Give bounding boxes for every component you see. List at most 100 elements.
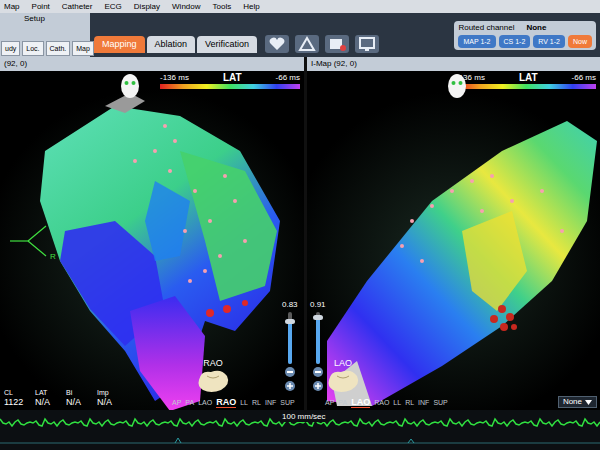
menu-item[interactable]: Help (243, 3, 259, 11)
map-panel: (92, 0)-136 msLAT-66 msRRAO0.83APPALAORA… (0, 57, 304, 410)
map-header: (92, 0) (0, 57, 304, 71)
view-button[interactable]: RAO (374, 398, 389, 408)
menu-item[interactable]: Tools (213, 3, 232, 11)
orientation-indicator: RAO (195, 358, 231, 394)
map-title: I-Map (92, 0) (311, 60, 357, 68)
view-buttons: AP PA LAO RAO LL RL INF SUP (172, 398, 295, 408)
slider-fill (288, 321, 292, 364)
toolbar: SetupudyLoc.Cath.MapMappingAblationVerif… (0, 13, 600, 57)
sub-tab[interactable]: Cath. (46, 41, 71, 56)
view-button[interactable]: RL (405, 398, 414, 408)
status-value: 1122 (4, 397, 32, 408)
view-button[interactable]: INF (265, 398, 276, 408)
view-button[interactable]: SUP (433, 398, 447, 408)
rotate-icon[interactable] (284, 380, 296, 392)
channel-button[interactable]: CS 1-2 (499, 35, 531, 48)
view-button[interactable]: AP (325, 398, 334, 408)
triangle-icon[interactable] (295, 35, 319, 53)
sub-tab[interactable]: Loc. (22, 41, 43, 56)
mode-tab[interactable]: Verification (197, 36, 257, 53)
view-button[interactable]: LL (393, 398, 401, 408)
tool-icons (261, 13, 379, 57)
view-button[interactable]: AP (172, 398, 181, 408)
slider-knob[interactable] (313, 315, 323, 320)
lat-map-3d[interactable] (5, 81, 304, 410)
view-dropdown[interactable]: None (558, 396, 597, 408)
menu-item[interactable]: Catheter (62, 3, 93, 11)
heart-orientation-icon (195, 368, 231, 394)
sub-tabs: udyLoc.Cath.Map (0, 41, 90, 56)
view-button[interactable]: PA (338, 398, 347, 408)
status-label: CL (4, 388, 32, 397)
orientation-face-icon (120, 73, 140, 99)
axis-label: R (50, 253, 56, 261)
zoom-out-icon[interactable] (312, 366, 324, 378)
menu-item[interactable]: Display (134, 3, 160, 11)
scale-label: LAT (223, 73, 242, 83)
map-view[interactable]: -136 msLAT-66 msRRAO0.83APPALAORAOLLRLIN… (0, 71, 304, 410)
view-button[interactable]: PA (185, 398, 194, 408)
menu-item[interactable]: Window (172, 3, 200, 11)
zoom-out-icon[interactable] (284, 366, 296, 378)
lat-scale: -136 msLAT-66 ms (160, 73, 300, 89)
channel-button[interactable]: RV 1-2 (533, 35, 565, 48)
axis-indicator: R (8, 221, 56, 261)
status-readout: CLLATBiImp1122N/AN/AN/A (4, 388, 125, 408)
monitor-icon[interactable] (355, 35, 379, 53)
mode-tab[interactable]: Mapping (94, 36, 145, 53)
record-icon[interactable] (325, 35, 349, 53)
orientation-indicator: LAO (325, 358, 361, 394)
scale-min: -136 ms (160, 73, 189, 83)
sub-tab[interactable]: Map (72, 41, 94, 56)
slider-knob[interactable] (285, 319, 295, 324)
lat-map-3d[interactable] (312, 81, 600, 410)
status-value: N/A (97, 397, 125, 408)
mode-tabs: MappingAblationVerification (94, 13, 257, 57)
view-button[interactable]: LAO (351, 398, 370, 408)
opacity-slider: 0.91 (310, 300, 326, 392)
orientation-face-icon (447, 73, 467, 99)
menu-item[interactable]: Point (32, 3, 50, 11)
sub-tab[interactable]: udy (1, 41, 20, 56)
view-button[interactable]: LAO (198, 398, 212, 408)
scale-bar (456, 84, 596, 89)
map-panel: I-Map (92, 0)-136 msLAT-66 msLAO0.91APPA… (307, 57, 600, 410)
status-label: LAT (35, 388, 63, 397)
setup-group: Setup udyLoc.Cath.Map (0, 13, 90, 57)
slider-track[interactable] (316, 312, 320, 364)
status-value: N/A (35, 397, 63, 408)
view-button[interactable]: LL (240, 398, 248, 408)
menu-bar: Map Point Catheter ECG Display Window Tools Hel… (0, 0, 600, 13)
status-label: Imp (97, 388, 125, 397)
scale-bar (160, 84, 300, 89)
routed-channel-label: Routed channel (458, 23, 514, 33)
menu-item[interactable]: Map (4, 3, 20, 11)
scale-label: LAT (519, 73, 538, 83)
opacity-value: 0.91 (310, 300, 326, 310)
status-value: N/A (66, 397, 94, 408)
scale-max: -66 ms (572, 73, 596, 83)
ecg-speed: 100 mm/sec (280, 412, 328, 422)
view-button[interactable]: RL (252, 398, 261, 408)
lat-scale: -136 msLAT-66 ms (456, 73, 596, 89)
slider-fill (316, 317, 320, 364)
opacity-value: 0.83 (282, 300, 298, 310)
map-view[interactable]: -136 msLAT-66 msLAO0.91APPALAORAOLLRLINF… (307, 71, 600, 410)
setup-label: Setup (0, 14, 90, 24)
orientation-label: RAO (203, 358, 223, 368)
heart-icon[interactable] (265, 35, 289, 53)
view-button[interactable]: SUP (280, 398, 294, 408)
map-panels: (92, 0) -136 ms LAT -66 ms R RAO 0.83 AP PA LAO RA… (0, 57, 600, 410)
view-button[interactable]: RAO (216, 398, 236, 408)
channel-button[interactable]: MAP 1-2 (458, 35, 495, 48)
view-button[interactable]: INF (418, 398, 429, 408)
mode-tab[interactable]: Ablation (147, 36, 196, 53)
menu-item[interactable]: ECG (104, 3, 121, 11)
channel-button[interactable]: Now (568, 35, 592, 48)
chevron-down-icon (585, 400, 592, 405)
routed-channel-value: None (526, 23, 546, 33)
rotate-icon[interactable] (312, 380, 324, 392)
slider-track[interactable] (288, 312, 292, 364)
map-header: I-Map (92, 0) (307, 57, 600, 71)
status-label: Bi (66, 388, 94, 397)
